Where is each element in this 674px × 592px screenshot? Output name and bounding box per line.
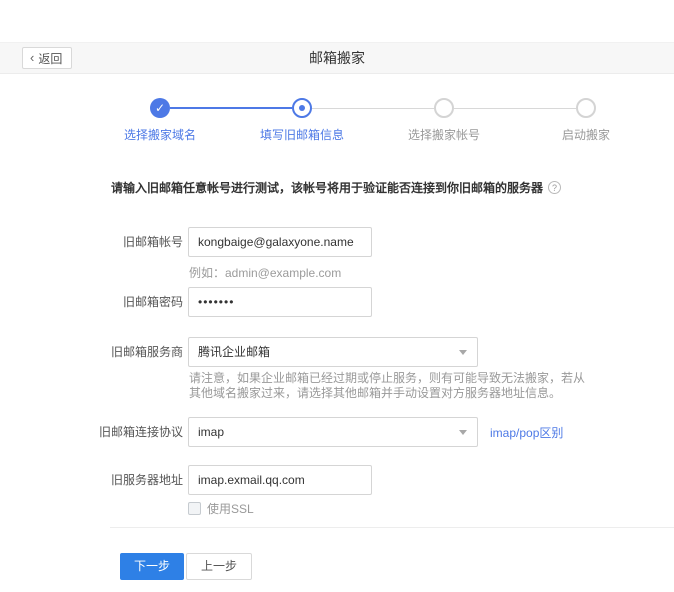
old-password-input[interactable] (188, 287, 372, 317)
old-account-hint: 例如：admin@example.com (189, 264, 341, 281)
step-1-label: 选择搬家域名 (90, 126, 230, 143)
ssl-checkbox[interactable] (188, 502, 201, 515)
provider-label: 旧邮箱服务商 (0, 337, 183, 367)
step-current-dot-icon (299, 105, 305, 111)
previous-step-button[interactable]: 上一步 (186, 553, 252, 580)
next-step-button[interactable]: 下一步 (120, 553, 184, 580)
step-3-pending-icon (434, 98, 454, 118)
server-address-label: 旧服务器地址 (0, 465, 183, 495)
old-password-label: 旧邮箱密码 (0, 287, 183, 317)
server-address-input[interactable] (188, 465, 372, 495)
page-header: 邮箱搬家 ‹ 返回 (0, 42, 674, 74)
back-button-label: 返回 (38, 50, 62, 67)
page-title: 邮箱搬家 (0, 43, 674, 73)
stepper-connector-pending (454, 108, 576, 109)
step-4-pending-icon (576, 98, 596, 118)
back-button[interactable]: ‹ 返回 (22, 47, 72, 69)
stepper-connector-done (170, 107, 292, 109)
ssl-checkbox-label: 使用SSL (207, 500, 254, 517)
protocol-select[interactable]: imap (188, 417, 478, 447)
ssl-row: 使用SSL (188, 500, 254, 517)
step-2-label: 填写旧邮箱信息 (232, 126, 372, 143)
instruction-text: 请输入旧邮箱任意帐号进行测试，该帐号将用于验证能否连接到你旧邮箱的服务器 (111, 179, 543, 196)
old-account-input[interactable] (188, 227, 372, 257)
step-3-label: 选择搬家帐号 (374, 126, 514, 143)
stepper-connector-pending (312, 108, 434, 109)
provider-selected-value: 腾讯企业邮箱 (198, 345, 270, 359)
step-1-done-check-icon: ✓ (150, 98, 170, 118)
dropdown-caret-icon (459, 350, 467, 355)
step-2-current-icon (292, 98, 312, 118)
back-chevron-icon: ‹ (30, 48, 34, 68)
protocol-selected-value: imap (198, 425, 224, 439)
old-account-label: 旧邮箱帐号 (0, 227, 183, 257)
imap-pop-difference-link[interactable]: imap/pop区别 (490, 424, 563, 441)
footer-divider (110, 527, 674, 528)
provider-note: 请注意，如果企业邮箱已经过期或停止服务，则有可能导致无法搬家，若从 其他域名搬家… (189, 371, 585, 401)
provider-note-line-2: 其他域名搬家过来，请选择其他邮箱并手动设置对方服务器地址信息。 (189, 386, 585, 401)
provider-note-line-1: 请注意，如果企业邮箱已经过期或停止服务，则有可能导致无法搬家，若从 (189, 371, 585, 386)
step-4-label: 启动搬家 (516, 126, 656, 143)
dropdown-caret-icon (459, 430, 467, 435)
provider-select[interactable]: 腾讯企业邮箱 (188, 337, 478, 367)
instruction-row: 请输入旧邮箱任意帐号进行测试，该帐号将用于验证能否连接到你旧邮箱的服务器 ? (111, 179, 561, 196)
protocol-label: 旧邮箱连接协议 (0, 417, 183, 447)
help-question-icon[interactable]: ? (548, 181, 561, 194)
